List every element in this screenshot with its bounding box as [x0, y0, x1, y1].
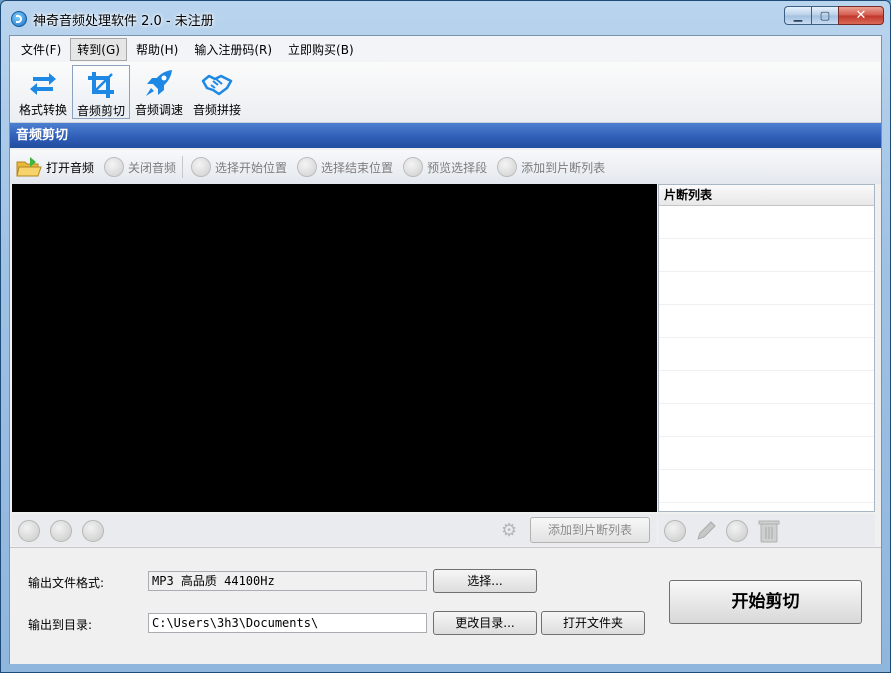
format-label: 输出文件格式: — [28, 576, 105, 590]
add-to-list-label: 添加到片断列表 — [521, 160, 606, 175]
segment-list[interactable]: 片断列表 — [658, 184, 875, 512]
tool-format-convert[interactable]: 格式转换 — [14, 65, 72, 119]
minimize-button[interactable]: ▁ — [784, 6, 811, 25]
menu-bar: 文件(F) 转到(G) 帮助(H) 输入注册码(R) 立即购买(B) — [10, 36, 881, 62]
toolbar-separator — [182, 156, 184, 178]
play-segment-button[interactable] — [664, 520, 686, 542]
convert-icon — [30, 73, 56, 95]
close-audio-label: 关闭音频 — [128, 160, 177, 175]
list-item — [659, 338, 874, 371]
preview-selection-button[interactable]: 预览选择段 — [403, 157, 487, 177]
window-controls: ▁ ▢ ✕ — [784, 6, 884, 27]
maximize-button[interactable]: ▢ — [811, 6, 838, 25]
list-item — [659, 371, 874, 404]
close-audio-button[interactable]: 关闭音频 — [104, 157, 176, 177]
start-cut-button[interactable]: 开始剪切 — [669, 580, 862, 624]
select-start-button[interactable]: 选择开始位置 — [191, 157, 287, 177]
rocket-icon — [146, 70, 172, 96]
add-to-list-toolbar-button[interactable]: 添加到片断列表 — [497, 157, 605, 177]
list-item — [659, 305, 874, 338]
handshake-icon — [201, 74, 233, 96]
menu-help[interactable]: 帮助(H) — [129, 38, 185, 61]
title-bar[interactable]: 神奇音频处理软件 2.0 - 未注册 ▁ ▢ ✕ — [1, 1, 890, 35]
open-folder-icon — [16, 157, 42, 177]
app-window: 神奇音频处理软件 2.0 - 未注册 ▁ ▢ ✕ 文件(F) 转到(G) 帮助(… — [0, 0, 891, 673]
trash-icon[interactable] — [758, 518, 780, 544]
menu-buy[interactable]: 立即购买(B) — [281, 38, 361, 61]
select-end-label: 选择结束位置 — [321, 160, 394, 175]
list-item — [659, 404, 874, 437]
open-audio-label: 打开音频 — [46, 160, 95, 175]
output-settings: 输出文件格式: MP3 高品质 44100Hz 选择... 输出到目录: C:\… — [10, 547, 881, 664]
play-icon — [403, 157, 424, 177]
select-start-label: 选择开始位置 — [215, 160, 288, 175]
playback-controls: ⚙ 添加到片断列表 — [12, 514, 657, 546]
fast-forward-button[interactable] — [82, 520, 104, 542]
tool-audio-cut[interactable]: 音频剪切 — [72, 65, 130, 119]
segment-controls — [658, 514, 875, 546]
change-dir-button[interactable]: 更改目录... — [433, 611, 537, 635]
open-audio-button[interactable]: 打开音频 — [16, 156, 94, 178]
tool-label: 音频调速 — [134, 103, 183, 117]
list-item — [659, 437, 874, 470]
tool-audio-join[interactable]: 音频拼接 — [188, 65, 246, 119]
menu-goto[interactable]: 转到(G) — [70, 37, 127, 61]
crop-icon — [88, 72, 114, 98]
select-start-icon — [191, 157, 212, 177]
tool-label: 音频拼接 — [192, 103, 241, 117]
list-item — [659, 470, 874, 503]
cut-toolbar: 打开音频 关闭音频 选择开始位置 选择结束位置 预览选择段 添加到片断列表 — [10, 150, 881, 184]
tool-audio-speed[interactable]: 音频调速 — [130, 65, 188, 119]
list-item — [659, 239, 874, 272]
close-audio-icon — [104, 157, 125, 177]
output-dir-field[interactable]: C:\Users\3h3\Documents\ — [148, 613, 427, 633]
segment-list-header: 片断列表 — [659, 185, 874, 206]
close-icon: ✕ — [855, 8, 867, 23]
pencil-icon[interactable] — [694, 519, 718, 543]
select-end-icon — [297, 157, 318, 177]
list-item — [659, 272, 874, 305]
stop-button[interactable] — [18, 520, 40, 542]
maximize-icon: ▢ — [819, 9, 831, 22]
gear-icon[interactable]: ⚙ — [501, 522, 519, 540]
tool-label: 格式转换 — [18, 103, 67, 117]
tool-label: 音频剪切 — [76, 104, 125, 118]
window-title: 神奇音频处理软件 2.0 - 未注册 — [33, 14, 214, 29]
add-to-list-button[interactable]: 添加到片断列表 — [530, 517, 650, 543]
menu-register[interactable]: 输入注册码(R) — [187, 38, 279, 61]
minimize-icon: ▁ — [793, 9, 803, 22]
list-item — [659, 206, 874, 239]
rewind-button[interactable] — [50, 520, 72, 542]
app-logo-icon — [11, 11, 27, 27]
main-toolbar: 格式转换 音频剪切 音频调速 音频拼接 — [10, 62, 881, 123]
delete-segment-button[interactable] — [726, 520, 748, 542]
select-end-button[interactable]: 选择结束位置 — [297, 157, 393, 177]
client-area: 文件(F) 转到(G) 帮助(H) 输入注册码(R) 立即购买(B) 格式转换 — [9, 35, 882, 664]
preview-selection-label: 预览选择段 — [427, 160, 488, 175]
choose-format-button[interactable]: 选择... — [433, 569, 537, 593]
close-button[interactable]: ✕ — [838, 6, 884, 25]
waveform-display[interactable] — [12, 184, 657, 512]
menu-file[interactable]: 文件(F) — [14, 38, 68, 61]
format-field: MP3 高品质 44100Hz — [148, 571, 427, 591]
output-dir-label: 输出到目录: — [28, 618, 93, 632]
open-folder-button[interactable]: 打开文件夹 — [541, 611, 645, 635]
add-icon — [497, 157, 518, 177]
section-title-bar: 音频剪切 — [10, 123, 881, 148]
